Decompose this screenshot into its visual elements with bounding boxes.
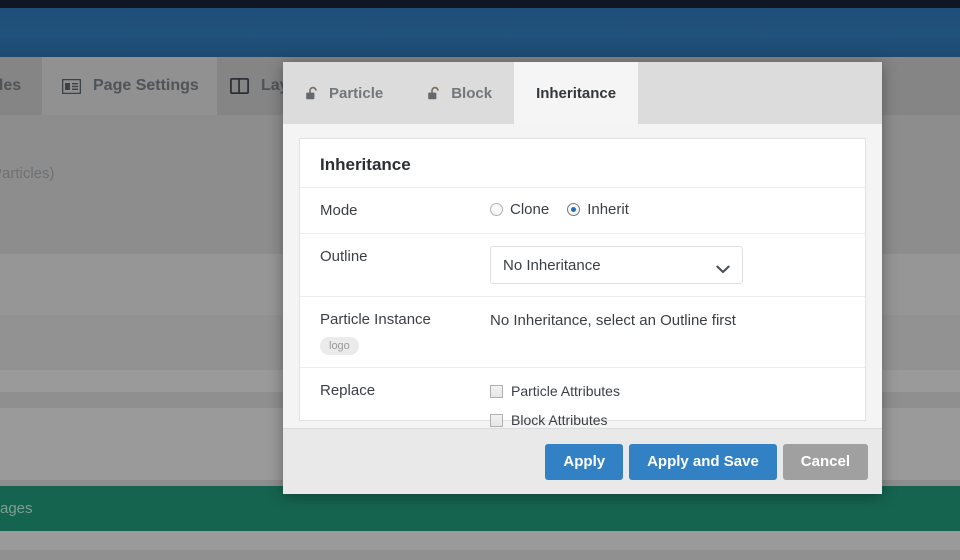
nav-item-page-settings[interactable]: Page Settings bbox=[42, 57, 217, 115]
checkbox-box bbox=[490, 413, 503, 427]
chevron-down-icon bbox=[716, 261, 730, 273]
row-label-mode: Mode bbox=[320, 202, 358, 219]
row-field-mode: Clone Inherit bbox=[490, 200, 845, 218]
radio-label: Inherit bbox=[587, 201, 629, 218]
row-particle-instance: Particle Instance logo No Inheritance, s… bbox=[300, 296, 865, 367]
tab-label: Particle bbox=[329, 84, 384, 102]
radio-dot bbox=[567, 203, 581, 216]
page-settings-icon bbox=[61, 78, 82, 94]
row-outline: Outline No Inheritance bbox=[300, 233, 865, 296]
radio-dot bbox=[490, 203, 503, 216]
inheritance-modal: Particle Block Inheritance Inheritance M… bbox=[283, 62, 882, 494]
checkbox-label: Block Attributes bbox=[511, 412, 608, 428]
modal-tab-bar: Particle Block Inheritance bbox=[283, 62, 882, 124]
radio-inherit[interactable]: Inherit bbox=[567, 201, 629, 218]
unlock-icon bbox=[427, 86, 442, 101]
modal-footer: Apply Apply and Save Cancel bbox=[283, 428, 882, 494]
tab-bar-filler bbox=[638, 62, 882, 124]
cancel-button[interactable]: Cancel bbox=[782, 443, 868, 480]
top-strip bbox=[0, 0, 960, 8]
row-field-particle-instance: No Inheritance, select an Outline first bbox=[490, 309, 845, 329]
content-band bbox=[0, 550, 960, 560]
card-title: Inheritance bbox=[320, 155, 411, 174]
particle-instance-message: No Inheritance, select an Outline first bbox=[490, 312, 736, 329]
content-band bbox=[0, 531, 960, 550]
tab-label: Inheritance bbox=[536, 84, 617, 102]
checkbox-particle-attributes[interactable]: Particle Attributes bbox=[490, 383, 845, 399]
row-label-outline: Outline bbox=[320, 248, 368, 265]
radio-label: Clone bbox=[510, 201, 550, 218]
inheritance-card: Inheritance Mode Clone Inherit Outline N… bbox=[299, 138, 866, 428]
apply-and-save-button[interactable]: Apply and Save bbox=[629, 443, 777, 480]
row-mode: Mode Clone Inherit bbox=[300, 187, 865, 233]
checkbox-block-attributes[interactable]: Block Attributes bbox=[490, 412, 845, 428]
replace-checkbox-group: Particle Attributes Block Attributes bbox=[490, 380, 845, 428]
nav-item-label: Page Settings bbox=[93, 77, 199, 94]
checkbox-box bbox=[490, 384, 503, 398]
radio-clone[interactable]: Clone bbox=[490, 201, 549, 218]
outline-select[interactable]: No Inheritance bbox=[490, 246, 743, 284]
mode-radio-group: Clone Inherit bbox=[490, 200, 845, 218]
unlock-icon bbox=[305, 86, 320, 101]
outline-select-value: No Inheritance bbox=[503, 256, 601, 274]
checkbox-label: Particle Attributes bbox=[511, 383, 620, 399]
tab-particle[interactable]: Particle bbox=[283, 62, 406, 124]
row-field-replace: Particle Attributes Block Attributes bbox=[490, 380, 845, 428]
row-field-outline: No Inheritance bbox=[490, 246, 845, 284]
modal-body: Inheritance Mode Clone Inherit Outline N… bbox=[283, 124, 882, 428]
tab-block[interactable]: Block bbox=[405, 62, 515, 124]
tab-inheritance[interactable]: Inheritance bbox=[514, 62, 639, 124]
row-replace: Replace Particle Attributes Block Attrib… bbox=[300, 367, 865, 428]
green-band-label: ages bbox=[0, 500, 33, 517]
particles-caption: Particles) bbox=[0, 165, 55, 182]
row-label-particle-instance: Particle Instance logo bbox=[320, 309, 490, 355]
particle-instance-badge: logo bbox=[320, 337, 359, 355]
apply-button[interactable]: Apply bbox=[545, 443, 624, 480]
tab-label: Block bbox=[451, 84, 493, 102]
row-label-replace: Replace bbox=[320, 382, 376, 399]
nav-item-label: yles bbox=[0, 77, 22, 94]
row-label-text: Particle Instance bbox=[320, 311, 431, 328]
layout-icon bbox=[229, 77, 250, 94]
site-header-bar bbox=[0, 8, 960, 57]
